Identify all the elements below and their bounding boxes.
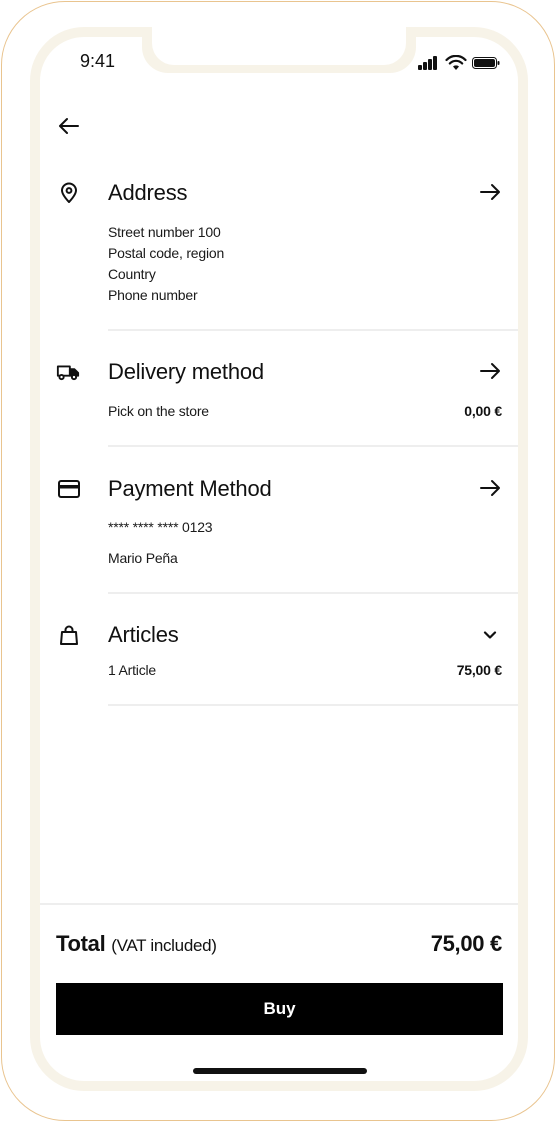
divider [108,445,518,447]
address-title: Address [108,180,188,205]
buy-button[interactable]: Buy [56,983,503,1035]
shopping-bag-icon [60,625,78,645]
total-label: Total (VAT included) [56,931,217,957]
status-time: 9:41 [80,51,116,71]
signal-icon [418,55,440,71]
back-arrow-icon[interactable] [56,113,82,139]
total-value: 75,00 € [430,931,503,956]
payment-card-number: **** **** **** 0123 [108,519,213,535]
payment-title: Payment Method [108,476,272,501]
divider [108,592,518,594]
chevron-down-icon[interactable] [478,623,502,647]
location-pin-icon [61,182,77,203]
articles-title: Articles [108,622,179,647]
address-line-country: Country [108,266,156,282]
delivery-price: 0,00 € [464,403,502,419]
address-line-postal: Postal code, region [108,245,225,261]
payment-card-holder: Mario Peña [108,550,178,566]
credit-card-icon [58,480,80,498]
delivery-option: Pick on the store [108,403,209,419]
notch-inner [152,27,406,65]
articles-count: 1 Article [108,662,156,678]
divider [108,704,518,706]
total-title: Total [56,931,106,956]
address-line-phone: Phone number [108,287,198,303]
footer-divider [40,903,518,905]
divider [108,329,518,331]
articles-price: 75,00 € [456,662,503,678]
home-indicator[interactable] [193,1068,367,1074]
delivery-arrow-right-icon[interactable] [478,359,502,383]
payment-arrow-right-icon[interactable] [478,476,502,500]
address-line-street: Street number 100 [108,224,221,240]
delivery-title: Delivery method [108,359,264,384]
total-vat-note: (VAT included) [111,936,217,955]
wifi-icon [445,55,467,70]
truck-icon [56,365,80,381]
battery-icon [472,57,500,69]
address-arrow-right-icon[interactable] [478,180,502,204]
